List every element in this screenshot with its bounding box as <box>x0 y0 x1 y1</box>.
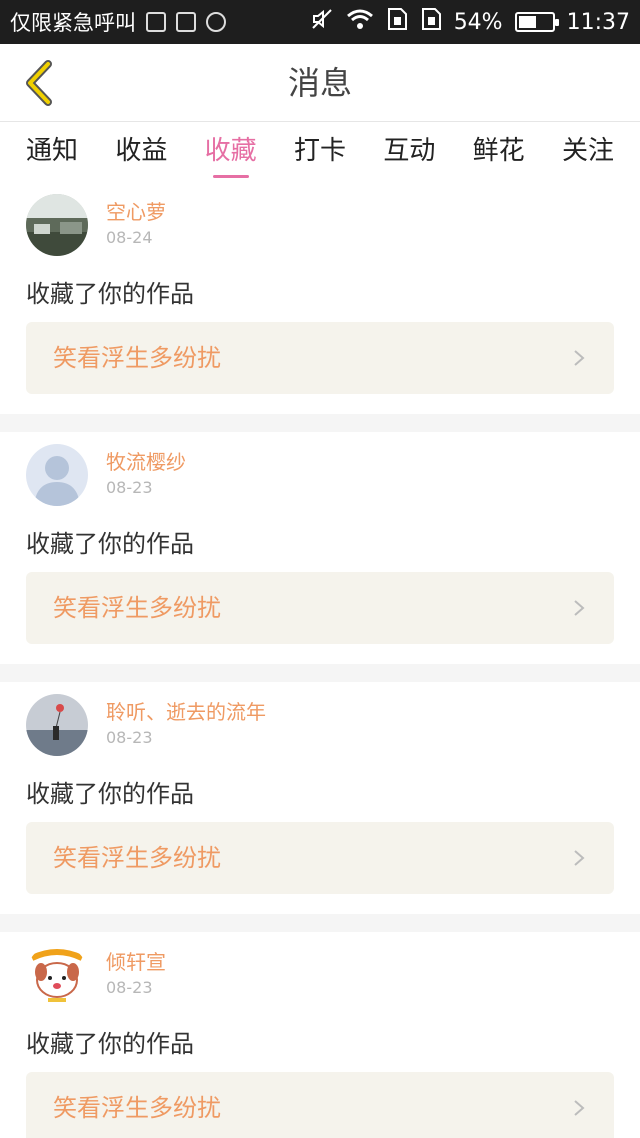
tab-flowers[interactable]: 鲜花 <box>473 122 525 182</box>
chevron-right-icon <box>574 350 585 366</box>
message-card: 牧流樱纱 08-23 收藏了你的作品 笑看浮生多纷扰 <box>0 432 640 664</box>
message-card: 倾轩宣 08-23 收藏了你的作品 笑看浮生多纷扰 <box>0 932 640 1138</box>
work-link[interactable]: 笑看浮生多纷扰 <box>26 322 614 394</box>
carrier-text: 仅限紧急呼叫 <box>10 11 136 35</box>
battery-icon <box>514 12 559 32</box>
status-bar: 仅限紧急呼叫 54% 11:37 <box>0 0 640 44</box>
app-notification-icon <box>206 12 226 32</box>
message-list: 空心萝 08-24 收藏了你的作品 笑看浮生多纷扰 牧流樱纱 08-23 收藏了… <box>0 182 640 1138</box>
work-link[interactable]: 笑看浮生多纷扰 <box>26 822 614 894</box>
user-name[interactable]: 倾轩宣 <box>106 946 166 975</box>
user-name[interactable]: 牧流樱纱 <box>106 446 186 475</box>
message-text: 收藏了你的作品 <box>26 280 194 308</box>
wifi-icon <box>346 8 374 36</box>
chevron-right-icon <box>574 850 585 866</box>
work-title: 笑看浮生多纷扰 <box>53 594 221 622</box>
message-date: 08-24 <box>106 228 153 247</box>
tab-bar: 通知 收益 收藏 打卡 互动 鲜花 关注 <box>0 122 640 182</box>
mute-icon <box>310 7 334 37</box>
page-title: 消息 <box>287 64 352 102</box>
tab-interaction[interactable]: 互动 <box>383 122 435 182</box>
work-link[interactable]: 笑看浮生多纷扰 <box>26 1072 614 1138</box>
chevron-right-icon <box>574 1100 585 1116</box>
avatar[interactable] <box>26 444 88 506</box>
tab-favorites[interactable]: 收藏 <box>205 122 257 182</box>
message-date: 08-23 <box>106 478 153 497</box>
tab-earnings[interactable]: 收益 <box>115 122 167 182</box>
user-name[interactable]: 聆听、逝去的流年 <box>106 696 266 725</box>
sim-card-2-icon <box>420 7 442 37</box>
image-notification-icon <box>146 12 166 32</box>
message-card: 聆听、逝去的流年 08-23 收藏了你的作品 笑看浮生多纷扰 <box>0 682 640 914</box>
work-title: 笑看浮生多纷扰 <box>53 1094 221 1122</box>
keyboard-icon <box>176 12 196 32</box>
tab-follows[interactable]: 关注 <box>562 122 614 182</box>
user-name[interactable]: 空心萝 <box>106 196 166 225</box>
chevron-right-icon <box>574 600 585 616</box>
clock: 11:37 <box>566 9 630 35</box>
avatar[interactable] <box>26 694 88 756</box>
message-text: 收藏了你的作品 <box>26 1030 194 1058</box>
tab-check-in[interactable]: 打卡 <box>294 122 346 182</box>
message-text: 收藏了你的作品 <box>26 780 194 808</box>
tab-notifications[interactable]: 通知 <box>26 122 78 182</box>
back-button[interactable] <box>14 58 62 108</box>
sim-card-icon <box>386 7 408 37</box>
work-link[interactable]: 笑看浮生多纷扰 <box>26 572 614 644</box>
battery-percent: 54% <box>453 9 503 35</box>
message-card: 空心萝 08-24 收藏了你的作品 笑看浮生多纷扰 <box>0 182 640 414</box>
work-title: 笑看浮生多纷扰 <box>53 844 221 872</box>
message-date: 08-23 <box>106 978 153 997</box>
avatar[interactable] <box>26 194 88 256</box>
message-date: 08-23 <box>106 728 153 747</box>
nav-bar: 消息 <box>0 44 640 122</box>
message-text: 收藏了你的作品 <box>26 530 194 558</box>
avatar[interactable] <box>26 944 88 1006</box>
back-chevron-icon <box>26 60 52 106</box>
work-title: 笑看浮生多纷扰 <box>53 344 221 372</box>
